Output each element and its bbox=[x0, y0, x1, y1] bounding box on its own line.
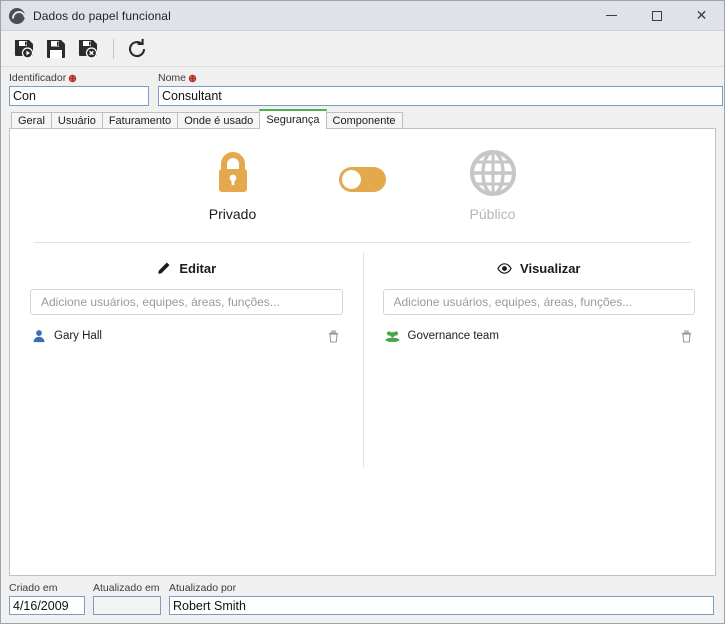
privacy-toggle[interactable] bbox=[339, 166, 386, 192]
tab-seguranca[interactable]: Segurança bbox=[259, 109, 327, 129]
privacy-public-label: Público bbox=[469, 206, 516, 222]
atualizado-por-label: Atualizado por bbox=[169, 582, 237, 594]
list-item[interactable]: Governance team bbox=[383, 325, 696, 347]
tab-geral[interactable]: Geral bbox=[11, 112, 52, 129]
window-controls: ✕ bbox=[589, 1, 724, 31]
privacy-toggle-wrap bbox=[298, 147, 428, 211]
globe-icon bbox=[469, 150, 516, 196]
edit-column-header: Editar bbox=[30, 261, 343, 276]
criado-em-block: Criado em bbox=[9, 582, 85, 615]
entry-name: Gary Hall bbox=[54, 330, 102, 342]
edit-users-input[interactable] bbox=[30, 289, 343, 315]
privacy-selector: Privado Público bbox=[10, 129, 715, 222]
nome-label-text: Nome bbox=[158, 72, 187, 84]
required-marker-icon bbox=[68, 74, 77, 83]
refresh-icon bbox=[129, 38, 146, 57]
view-users-input[interactable] bbox=[382, 289, 695, 315]
footer-fields: Criado em Atualizado em Atualizado por bbox=[1, 576, 724, 623]
tab-componente[interactable]: Componente bbox=[325, 112, 403, 129]
privacy-public[interactable]: Público bbox=[428, 147, 558, 222]
seguranca-panel: Privado Público Editar Adicione usuários… bbox=[9, 128, 716, 576]
criado-em-input[interactable] bbox=[9, 596, 85, 615]
trash-icon[interactable] bbox=[679, 329, 693, 343]
edit-entries-list: Gary Hall bbox=[30, 325, 343, 347]
tab-bar: Geral Usuário Faturamento Onde é usado S… bbox=[1, 106, 724, 129]
refresh-button[interactable] bbox=[122, 34, 152, 64]
floppy-disk-icon bbox=[47, 39, 65, 58]
window-title: Dados do papel funcional bbox=[33, 8, 171, 23]
eye-icon bbox=[497, 263, 512, 274]
atualizado-em-label: Atualizado em bbox=[93, 582, 160, 594]
tab-usuario[interactable]: Usuário bbox=[50, 112, 103, 129]
list-item[interactable]: Gary Hall bbox=[30, 325, 343, 347]
title-bar: Dados do papel funcional ✕ bbox=[1, 1, 724, 31]
privacy-toggle-knob bbox=[342, 169, 361, 189]
swoosh-circle-icon bbox=[9, 7, 25, 24]
nome-label: Nome bbox=[158, 71, 723, 85]
identificador-input[interactable] bbox=[9, 86, 149, 106]
view-column-title: Visualizar bbox=[520, 261, 581, 276]
minimize-icon[interactable] bbox=[589, 1, 634, 31]
user-icon bbox=[33, 330, 45, 343]
padlock-icon bbox=[218, 152, 247, 192]
identificador-label: Identificador bbox=[9, 71, 149, 85]
privacy-private[interactable]: Privado bbox=[168, 147, 298, 222]
nome-input[interactable] bbox=[158, 86, 723, 106]
criado-em-label: Criado em bbox=[9, 582, 58, 594]
close-icon[interactable]: ✕ bbox=[679, 1, 724, 31]
identificador-field-block: Identificador bbox=[9, 71, 149, 106]
save-delete-button[interactable] bbox=[73, 34, 103, 64]
save-new-button[interactable] bbox=[9, 34, 39, 64]
view-entries-list: Governance team bbox=[383, 325, 696, 347]
app-window: Dados do papel funcional ✕ Identificador… bbox=[0, 0, 725, 624]
atualizado-em-input[interactable] bbox=[93, 596, 161, 615]
privacy-private-label: Privado bbox=[208, 206, 257, 222]
team-icon bbox=[384, 331, 400, 342]
edit-column: Editar Gary Hall bbox=[10, 243, 363, 483]
edit-column-title: Editar bbox=[179, 261, 217, 276]
view-column-header: Visualizar bbox=[383, 261, 696, 276]
floppy-disk-new-icon bbox=[15, 39, 34, 59]
atualizado-por-block: Atualizado por bbox=[169, 582, 714, 615]
tab-onde-e-usado[interactable]: Onde é usado bbox=[177, 112, 261, 129]
toolbar bbox=[1, 31, 724, 67]
permission-columns: Editar Gary Hall bbox=[10, 243, 715, 483]
pencil-icon bbox=[158, 262, 170, 274]
tab-faturamento[interactable]: Faturamento bbox=[101, 112, 179, 129]
header-fields: Identificador Nome bbox=[1, 67, 724, 106]
atualizado-em-block: Atualizado em bbox=[93, 582, 161, 615]
entry-name: Governance team bbox=[407, 330, 499, 342]
toolbar-separator bbox=[113, 38, 114, 59]
atualizado-por-input[interactable] bbox=[169, 596, 714, 615]
nome-field-block: Nome bbox=[158, 71, 723, 106]
view-column: Visualizar Governance team bbox=[363, 243, 716, 483]
trash-icon[interactable] bbox=[327, 329, 341, 343]
floppy-disk-delete-icon bbox=[79, 39, 98, 59]
save-button[interactable] bbox=[41, 34, 71, 64]
identificador-label-text: Identificador bbox=[9, 72, 67, 84]
maximize-icon[interactable] bbox=[634, 1, 679, 31]
required-marker-icon bbox=[188, 74, 197, 83]
